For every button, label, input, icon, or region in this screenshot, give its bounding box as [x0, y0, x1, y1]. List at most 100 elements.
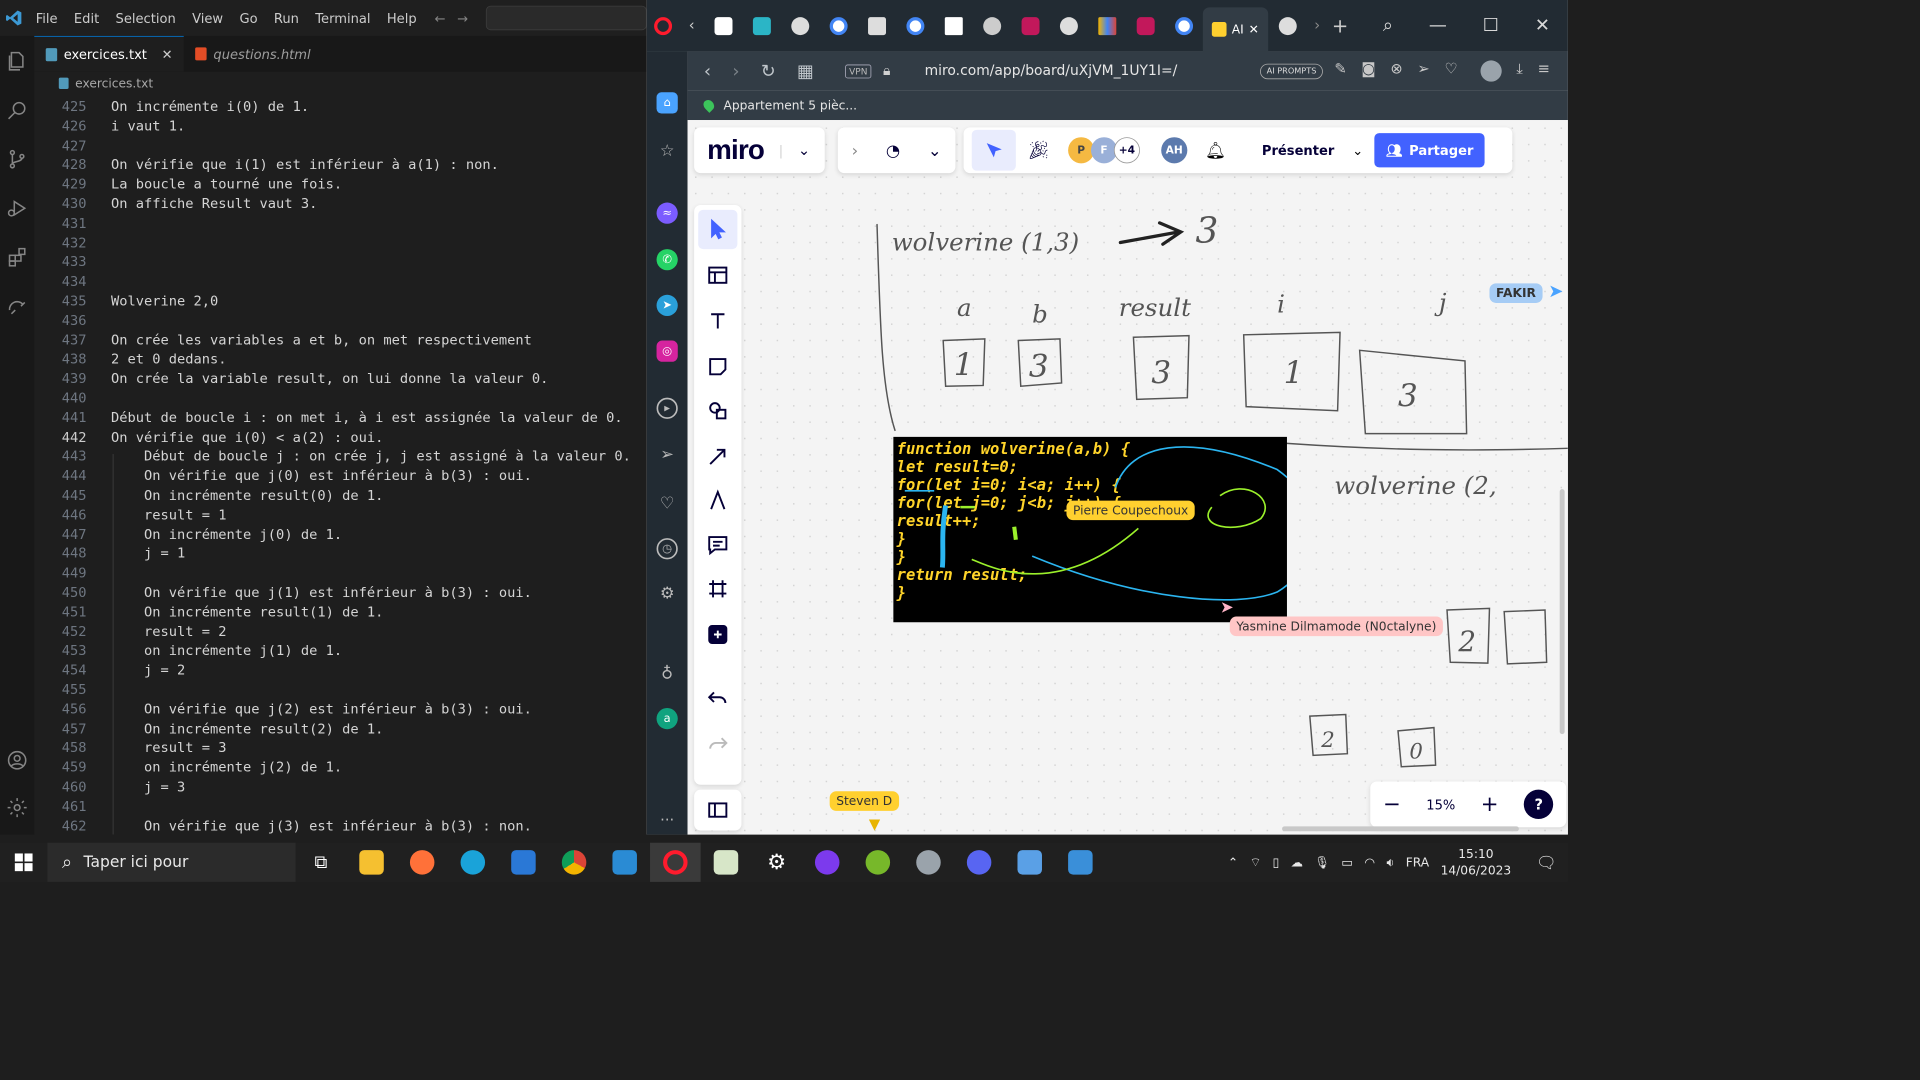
notification-icon[interactable]: 🗨︎ — [1536, 853, 1557, 873]
more-tools-chevron-icon[interactable]: ⌄ — [928, 140, 942, 160]
explorer-icon[interactable] — [0, 42, 34, 80]
opera-logo-icon[interactable] — [647, 9, 680, 42]
tab-questions[interactable]: questions.html — [184, 36, 322, 72]
star-icon[interactable]: ☆ — [657, 140, 678, 161]
battery-icon[interactable]: ▯ — [1273, 855, 1280, 870]
block-icon[interactable]: ⊗ — [1390, 60, 1402, 81]
notifications-bell-icon[interactable]: 🔔︎ — [1205, 140, 1226, 160]
photos-icon[interactable] — [1055, 843, 1106, 882]
tab-favicon[interactable] — [1268, 9, 1306, 42]
tab-favicon[interactable] — [1049, 9, 1087, 42]
lock-icon[interactable]: 🔒︎ — [883, 63, 890, 79]
miro-board[interactable]: wolverine (1,3) 3 a b result i j 1 3 3 1… — [687, 120, 1568, 835]
tab-favicon[interactable] — [742, 9, 780, 42]
tab-favicon[interactable] — [819, 9, 857, 42]
aria-icon[interactable]: a — [656, 707, 678, 730]
settings-gear-icon[interactable] — [0, 789, 34, 827]
instagram-icon[interactable]: ◎ — [656, 340, 678, 362]
url-field[interactable]: miro.com/app/board/uXjVM_1UY1I=/ — [925, 63, 1178, 79]
tab-favicon[interactable] — [896, 9, 934, 42]
extensions-icon[interactable] — [0, 238, 34, 276]
mail-icon[interactable] — [498, 843, 549, 882]
display-icon[interactable]: ▭ — [1341, 855, 1353, 870]
app-icon[interactable] — [802, 843, 853, 882]
share-button[interactable]: 👥︎ Partager — [1374, 133, 1485, 168]
discord-icon[interactable] — [954, 843, 1005, 882]
home-icon[interactable]: ⌂ — [656, 92, 678, 114]
menu-edit[interactable]: Edit — [66, 10, 108, 26]
more-avatars[interactable]: +4 — [1113, 137, 1140, 164]
tab-favicon[interactable] — [1011, 9, 1049, 42]
menu-run[interactable]: Run — [266, 10, 307, 26]
microphone-icon[interactable]: 🎙︎ — [1314, 855, 1330, 870]
menu-selection[interactable]: Selection — [107, 10, 184, 26]
tab-favicon[interactable] — [934, 9, 972, 42]
file-explorer-icon[interactable] — [346, 843, 397, 882]
templates-icon[interactable] — [698, 256, 737, 295]
sticky-note-icon[interactable] — [698, 347, 737, 386]
expand-icon[interactable]: › — [852, 140, 859, 160]
edit-icon[interactable]: ✎ — [1334, 60, 1346, 81]
pen-icon[interactable] — [698, 481, 737, 520]
easy-setup-icon[interactable]: ≡ — [1538, 60, 1550, 81]
chrome-icon[interactable] — [549, 843, 600, 882]
settings-icon[interactable]: ⚙ — [657, 582, 678, 603]
history-icon[interactable]: ◷ — [656, 538, 678, 560]
taskbar-search[interactable]: ⌕ Taper ici pour — [47, 842, 296, 882]
network-icon[interactable]: ⌔ — [1250, 855, 1262, 871]
ai-prompts-button[interactable]: AI PROMPTS — [1260, 63, 1323, 79]
tab-favicon[interactable] — [1126, 9, 1164, 42]
heart-icon[interactable]: ♡ — [1444, 60, 1457, 81]
task-view-icon[interactable]: ⧉ — [296, 843, 347, 882]
shapes-icon[interactable] — [698, 391, 737, 430]
camera-icon[interactable]: ◙ — [1361, 60, 1375, 81]
command-center-search[interactable] — [485, 5, 647, 31]
start-windows-icon[interactable] — [0, 843, 47, 882]
menu-view[interactable]: View — [184, 10, 231, 26]
new-tab-icon[interactable]: + — [1328, 9, 1352, 42]
reactions-icon[interactable]: 🎉︎ — [1027, 140, 1050, 160]
language-indicator[interactable]: FRA — [1406, 855, 1429, 870]
utorrent-icon[interactable] — [853, 843, 904, 882]
minimize-icon[interactable]: — — [1429, 16, 1447, 36]
code-editor[interactable]: 425 On incrémente i(0) de 1. 426 i vaut 1. 4… — [34, 95, 646, 835]
lightbulb-icon[interactable]: ♁ — [657, 662, 678, 683]
settings-gear-icon[interactable]: ⚙ — [751, 843, 802, 882]
player-icon[interactable]: ▸ — [656, 397, 678, 419]
run-debug-icon[interactable] — [0, 189, 34, 227]
app-icon[interactable] — [1004, 843, 1055, 882]
nav-arrows-icon[interactable]: ←→ — [435, 10, 480, 26]
timer-icon[interactable]: ◔ — [886, 140, 900, 160]
firefox-icon[interactable] — [397, 843, 448, 882]
help-icon[interactable]: ? — [1524, 789, 1554, 820]
remote-icon[interactable] — [0, 287, 34, 325]
send-icon[interactable]: ➢ — [1417, 60, 1429, 81]
zoom-out-icon[interactable]: − — [1383, 792, 1401, 816]
cloud-icon[interactable]: ☁ — [1291, 855, 1303, 870]
close-window-icon[interactable]: ✕ — [1535, 16, 1550, 36]
tab-favicon[interactable] — [1164, 9, 1202, 42]
select-mode-button[interactable] — [971, 129, 1016, 171]
code-screenshot-image[interactable]: function wolverine(a,b) { let result=0; … — [893, 436, 1287, 623]
tab-favicon[interactable] — [704, 9, 742, 42]
zoom-in-icon[interactable]: + — [1481, 792, 1499, 816]
comment-icon[interactable] — [698, 525, 737, 564]
present-chevron-icon[interactable]: ⌄ — [1352, 142, 1363, 158]
app-icon[interactable] — [701, 843, 752, 882]
board-menu-chevron-icon[interactable]: ⌄ — [798, 142, 810, 159]
tab-favicon[interactable] — [1088, 9, 1126, 42]
tab-exercices[interactable]: exercices.txt ✕ — [34, 35, 185, 72]
search-tabs-icon[interactable]: ⌕ — [1383, 16, 1393, 36]
menu-help[interactable]: Help — [379, 10, 425, 26]
tab-favicon[interactable] — [781, 9, 819, 42]
tab-favicon[interactable] — [857, 9, 895, 42]
download-icon[interactable]: ⤓ — [1516, 60, 1523, 81]
vscode-taskbar-icon[interactable] — [599, 843, 650, 882]
tab-favicon[interactable] — [973, 9, 1011, 42]
reload-icon[interactable]: ↻ — [761, 61, 776, 81]
source-control-icon[interactable] — [0, 140, 34, 178]
telegram-icon[interactable]: ➤ — [656, 294, 678, 317]
clock[interactable]: 15:10 14/06/2023 — [1441, 846, 1512, 879]
text-tool-icon[interactable] — [698, 301, 737, 340]
back-icon[interactable]: ‹ — [704, 61, 711, 81]
